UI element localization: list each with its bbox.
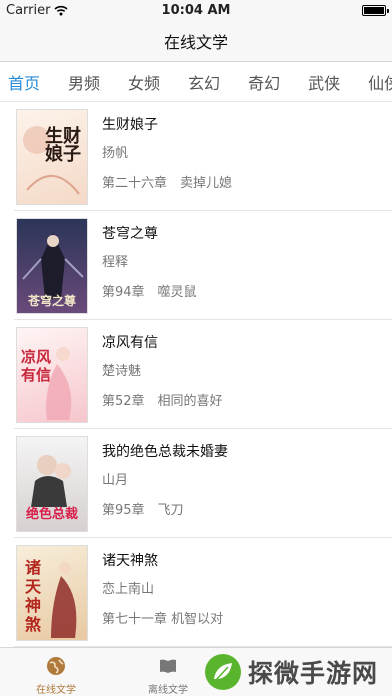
tab-offline-label: 离线文学: [148, 685, 188, 696]
book-item[interactable]: 凉风有信 凉风有信 楚诗魅 第52章 相同的喜好: [14, 320, 392, 429]
tab-xianxia[interactable]: 仙侠: [368, 70, 392, 94]
book-cover: 苍穹之尊: [16, 218, 88, 314]
book-cover: 绝色总裁: [16, 436, 88, 532]
book-latest-chapter: 第七十一章 机智以对: [102, 612, 224, 627]
status-bar: Carrier 10:04 AM: [0, 0, 392, 20]
book-item[interactable]: 绝色总裁 我的绝色总裁未婚妻 山月 第95章 飞刀: [14, 429, 392, 538]
tab-qihuan[interactable]: 奇幻: [248, 70, 280, 94]
book-latest-chapter: 第52章 相同的喜好: [102, 394, 223, 409]
tab-xuanhuan[interactable]: 玄幻: [188, 70, 220, 94]
tab-online-literature[interactable]: 在线文学: [0, 648, 112, 696]
book-author: 恋上南山: [102, 582, 155, 597]
book-title: 我的绝色总裁未婚妻: [102, 444, 228, 460]
book-latest-chapter: 第94章 噬灵鼠: [102, 285, 197, 300]
globe-icon: [47, 657, 65, 675]
cover-title-text: 凉风有信: [20, 348, 51, 384]
tab-online-label: 在线文学: [36, 685, 76, 696]
page-title: 在线文学: [163, 32, 228, 52]
leaf-logo-icon: [205, 654, 241, 690]
book-title: 生财娘子: [102, 117, 158, 133]
book-latest-chapter: 第95章 飞刀: [102, 503, 184, 518]
book-latest-chapter: 第二十六章 卖掉儿媳: [102, 176, 233, 191]
book-item[interactable]: 诸天神煞 诸天神煞 恋上南山 第七十一章 机智以对: [14, 538, 392, 647]
tab-home[interactable]: 首页: [8, 70, 40, 94]
book-author: 山月: [102, 473, 129, 488]
book-icon: [160, 659, 176, 673]
book-author: 扬帆: [102, 146, 129, 161]
book-cover: 生财娘子: [16, 109, 88, 205]
book-title: 诸天神煞: [102, 553, 158, 569]
cover-title-text: 绝色总裁: [25, 507, 78, 522]
battery-icon: [362, 5, 389, 16]
cover-title-text: 诸天神煞: [24, 558, 41, 634]
status-time: 10:04 AM: [161, 3, 231, 18]
watermark-text: 探微手游网: [248, 659, 379, 688]
book-list: 生财娘子 生财娘子 扬帆 第二十六章 卖掉儿媳 苍穹之尊 苍穹之尊 程释 第94…: [0, 102, 392, 647]
book-author: 楚诗魅: [102, 364, 142, 379]
book-item[interactable]: 生财娘子 生财娘子 扬帆 第二十六章 卖掉儿媳: [14, 102, 392, 211]
book-author: 程释: [102, 255, 129, 270]
cover-title-text: 生财娘子: [45, 126, 81, 165]
book-title: 苍穹之尊: [102, 226, 158, 242]
book-cover: 凉风有信: [16, 327, 88, 423]
cover-title-text: 苍穹之尊: [27, 294, 76, 308]
book-cover: 诸天神煞: [16, 545, 88, 641]
tab-wuxia[interactable]: 武侠: [308, 70, 340, 94]
category-tabs: 首页 男频 女频 玄幻 奇幻 武侠 仙侠: [0, 62, 392, 102]
book-title: 凉风有信: [102, 335, 158, 351]
navigation-bar: 在线文学: [0, 20, 392, 62]
tab-male[interactable]: 男频: [68, 70, 100, 94]
tab-female[interactable]: 女频: [128, 70, 160, 94]
watermark: 探微手游网: [204, 650, 390, 694]
book-item[interactable]: 苍穹之尊 苍穹之尊 程释 第94章 噬灵鼠: [14, 211, 392, 320]
